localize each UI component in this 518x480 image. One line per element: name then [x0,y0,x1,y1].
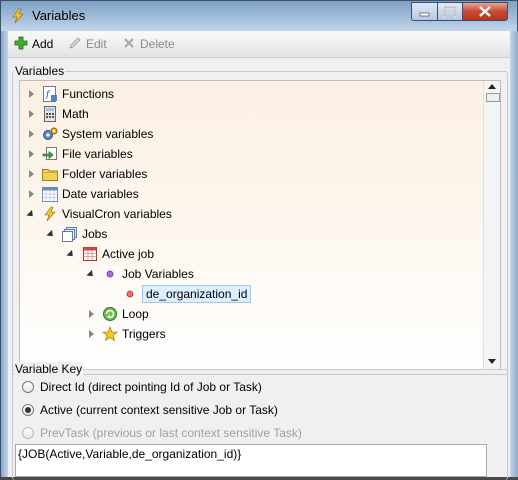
tree-item-job-variables[interactable]: Job Variables [86,264,194,284]
option-prev-task-label: PrevTask (previous or last context sensi… [40,426,302,440]
tree-item-triggers[interactable]: Triggers [86,324,166,344]
tree-item-date-variables[interactable]: Date variables [26,184,139,204]
tree-label-jobs: Jobs [82,227,108,241]
collapse-arrow-icon[interactable] [46,229,56,239]
variables-tree[interactable]: f Functions Math System variables File v… [19,80,501,370]
folder-icon [42,166,58,182]
variable-key-group-label: Variable Key [14,362,84,376]
tree-item-system-variables[interactable]: System variables [26,124,153,144]
tree-label-loop: Loop [122,307,149,321]
minimize-button[interactable] [411,2,438,21]
expand-arrow-icon[interactable] [86,329,96,339]
jobs-stack-icon [62,226,78,242]
expand-arrow-icon[interactable] [26,149,36,159]
scroll-thumb[interactable] [486,93,500,102]
tree-label-functions: Functions [62,87,115,101]
expand-arrow-icon[interactable] [26,189,36,199]
radio-direct-id[interactable] [22,381,34,393]
title-bar[interactable]: Variables [1,1,517,31]
variable-dot-red-icon [122,286,138,302]
edit-label: Edit [86,37,107,51]
add-button[interactable]: Add [14,36,53,52]
radio-prev-task[interactable] [22,427,34,439]
tree-label-active-job: Active job [102,247,155,261]
variable-result-field[interactable]: {JOB(Active,Variable,de_organization_id)… [15,444,487,477]
tree-label-visualcron-variables: VisualCron variables [62,207,172,221]
tree-item-visualcron-variables[interactable]: VisualCron variables [26,204,172,224]
option-active[interactable]: Active (current context sensitive Job or… [22,403,278,417]
calendar-icon [42,186,58,202]
visualcron-lightning-icon [42,206,58,222]
tree-label-job-variables: Job Variables [122,267,194,281]
loop-icon [102,306,118,322]
tree-item-loop[interactable]: Loop [86,304,149,324]
expand-arrow-icon[interactable] [26,169,36,179]
option-prev-task[interactable]: PrevTask (previous or last context sensi… [22,426,302,440]
delete-label: Delete [140,37,175,51]
expand-arrow-icon[interactable] [26,129,36,139]
maximize-button[interactable] [437,2,463,21]
option-direct-id-label: Direct Id (direct pointing Id of Job or … [40,380,262,394]
file-arrow-icon [42,146,58,162]
tree-label-triggers: Triggers [122,327,166,341]
window-frame-left [1,31,8,477]
close-button[interactable] [462,2,508,21]
collapse-arrow-icon[interactable] [66,249,76,259]
add-icon [14,36,28,53]
variables-window: Variables Add Edit Delete Variables f Fu… [0,0,518,480]
tree-item-de-organization-id[interactable]: de_organization_id [106,284,252,304]
variables-group-label: Variables [14,64,66,78]
variable-result-text: {JOB(Active,Variable,de_organization_id)… [18,447,242,461]
tree-item-folder-variables[interactable]: Folder variables [26,164,147,184]
pencil-icon [68,36,82,53]
tree-item-math[interactable]: Math [26,104,89,124]
tree-scrollbar[interactable] [483,81,500,369]
option-direct-id[interactable]: Direct Id (direct pointing Id of Job or … [22,380,262,394]
tree-label-file-variables: File variables [62,147,133,161]
variable-dot-purple-icon [102,266,118,282]
tree-label-de-organization-id: de_organization_id [142,285,252,303]
delete-x-icon [122,36,136,53]
collapse-arrow-icon[interactable] [86,269,96,279]
tree-item-file-variables[interactable]: File variables [26,144,133,164]
collapse-arrow-icon[interactable] [26,209,36,219]
tree-label-math: Math [62,107,89,121]
tree-label-system-variables: System variables [62,127,154,141]
tree-item-active-job[interactable]: Active job [66,244,154,264]
visualcron-lightning-icon [10,8,26,24]
option-active-label: Active (current context sensitive Job or… [40,403,278,417]
add-label: Add [32,37,54,51]
function-icon: f [42,86,58,102]
scroll-up-arrow-icon[interactable] [488,84,496,89]
edit-button[interactable]: Edit [68,36,107,52]
expand-arrow-icon[interactable] [86,309,96,319]
system-gears-icon [42,126,58,142]
radio-active[interactable] [22,404,34,416]
window-title: Variables [32,8,86,23]
job-table-icon [82,246,98,262]
star-icon [102,326,118,342]
tree-item-jobs[interactable]: Jobs [46,224,107,244]
delete-button[interactable]: Delete [122,36,175,52]
window-frame-right [510,31,518,477]
dialog-body: Add Edit Delete Variables f Functions Ma… [8,31,510,480]
calculator-icon [42,106,58,122]
tree-label-date-variables: Date variables [62,187,139,201]
expand-arrow-icon[interactable] [26,89,36,99]
tree-label-folder-variables: Folder variables [62,167,148,181]
scroll-down-arrow-icon[interactable] [488,359,496,364]
tree-item-functions[interactable]: f Functions [26,84,114,104]
expand-arrow-icon[interactable] [26,109,36,119]
toolbar: Add Edit Delete [8,31,510,58]
